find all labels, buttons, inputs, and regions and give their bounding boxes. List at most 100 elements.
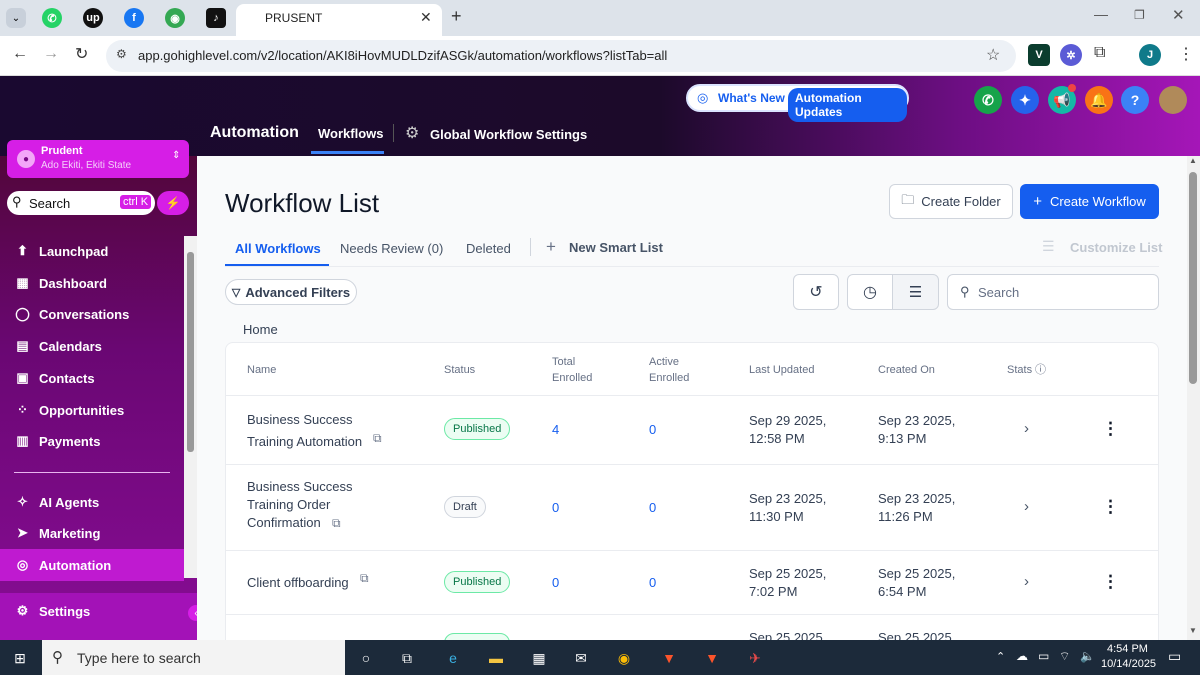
customize-list-button[interactable]: Customize List [1070,240,1162,255]
browser-menu-icon[interactable]: ⋮ [1178,44,1194,64]
whatsapp-tab-icon[interactable]: ✆ [42,8,62,28]
column-header-active-enrolled[interactable]: Active Enrolled [649,354,699,386]
sidebar-item-settings[interactable]: ⚙ Settings [14,599,91,623]
tab-needs-review[interactable]: Needs Review (0) [340,241,443,256]
sidebar-item-conversations[interactable]: ◯ Conversations [14,302,129,326]
table-row[interactable]: Client offboarding ⧉ Published 0 0 Sep 2… [226,551,1158,615]
workflow-name[interactable]: Client offboarding [247,574,349,592]
tray-chevron-icon[interactable]: ⌃ [996,650,1005,663]
list-view-button[interactable]: ☰ [892,274,939,310]
sidebar-item-launchpad[interactable]: ⬆ Launchpad [14,239,108,263]
maps-tab-icon[interactable]: ◉ [165,8,185,28]
sidebar-scroll-thumb[interactable] [187,252,194,452]
bookmark-star-icon[interactable]: ☆ [986,45,1000,65]
cortana-icon[interactable]: ○ [352,644,380,672]
new-smart-list-button[interactable]: New Smart List [569,240,663,255]
restore-icon[interactable]: ❐ [1134,8,1145,22]
column-header-status[interactable]: Status [444,362,475,378]
create-folder-button[interactable]: 🗀 Create Folder [889,184,1013,219]
column-header-last-updated[interactable]: Last Updated [749,362,814,378]
main-scrollbar[interactable]: ▲ ▼ [1187,156,1200,640]
breadcrumb[interactable]: Home [243,322,278,337]
tab-workflows[interactable]: Workflows [318,126,384,141]
scroll-down-icon[interactable]: ▼ [1189,626,1197,635]
battery-icon[interactable]: ▭ [1038,649,1049,663]
brave-icon[interactable]: ▼ [655,644,683,672]
more-options-icon[interactable]: ⋮ [1102,419,1119,439]
sidebar-item-calendars[interactable]: ▤ Calendars [14,334,102,358]
open-external-icon[interactable]: ⧉ [373,431,382,446]
column-header-total-enrolled[interactable]: Total Enrolled [552,354,602,386]
sidebar-item-payments[interactable]: ▥ Payments [14,429,100,453]
total-enrolled[interactable]: 4 [552,422,559,437]
task-view-icon[interactable]: ⧉ [393,644,421,672]
new-tab-icon[interactable]: + [451,6,462,27]
search-input[interactable]: ⚲ Search [947,274,1159,310]
quick-action-button[interactable]: ⚡ [157,191,189,215]
taskbar-search[interactable]: ⚲ Type here to search [42,640,345,675]
wifi-icon[interactable]: ⌔ [1059,649,1070,664]
forward-icon[interactable]: → [43,45,59,63]
extension-v-icon[interactable]: V [1028,44,1050,66]
total-enrolled[interactable]: 0 [552,500,559,515]
close-tab-icon[interactable]: ✕ [420,9,432,26]
workflow-name[interactable]: Business Success Training Automation [247,409,377,453]
active-enrolled[interactable]: 0 [649,422,656,437]
mail-icon[interactable]: ✉ [567,644,595,672]
tab-all-workflows[interactable]: All Workflows [235,241,321,256]
phone-icon[interactable]: ✆ [974,86,1002,114]
profile-avatar[interactable]: J [1139,44,1161,66]
extensions-puzzle-icon[interactable]: ⧉ [1094,44,1105,62]
store-icon[interactable]: ▦ [525,644,553,672]
total-enrolled[interactable]: 0 [552,575,559,590]
bell-icon[interactable]: 🔔 [1085,86,1113,114]
history-button[interactable]: ↺ [793,274,839,310]
table-row[interactable]: Business Success Training Automation ⧉ P… [226,396,1158,465]
sidebar-search[interactable]: ⚲ Search ctrl K [7,191,155,215]
minimize-icon[interactable]: — [1094,6,1108,22]
back-icon[interactable]: ← [12,45,28,63]
sidebar-item-opportunities[interactable]: ⁘ Opportunities [14,398,124,422]
tiktok-tab-icon[interactable]: ♪ [206,8,226,28]
site-info-icon[interactable]: ⚙ [116,47,127,61]
info-icon[interactable]: ⓘ [1035,362,1046,378]
open-external-icon[interactable]: ⧉ [360,571,369,586]
app-icon[interactable]: ✈ [741,644,769,672]
omnibox[interactable]: ⚙ app.gohighlevel.com/v2/location/AKI8iH… [106,40,1016,72]
table-row[interactable]: Business Success Training Order Confirma… [226,465,1158,551]
create-workflow-button[interactable]: + Create Workflow [1020,184,1159,219]
sidebar-item-dashboard[interactable]: ▦ Dashboard [14,271,107,295]
windows-start-icon[interactable]: ⊞ [6,644,34,672]
clock-date[interactable]: 10/14/2025 [1101,658,1156,670]
cloud-icon[interactable]: ☁ [1016,649,1028,663]
clock-time[interactable]: 4:54 PM [1107,643,1148,655]
tab-deleted[interactable]: Deleted [466,241,511,256]
open-external-icon[interactable]: ⧉ [332,516,341,531]
notifications-icon[interactable]: ▭ [1168,648,1181,665]
sidebar-scrollbar[interactable] [184,236,197,578]
chevron-right-icon[interactable]: › [1024,498,1029,515]
column-header-name[interactable]: Name [247,362,276,378]
chevron-right-icon[interactable]: › [1024,420,1029,437]
edge-icon[interactable]: e [439,644,467,672]
active-enrolled[interactable]: 0 [649,500,656,515]
close-window-icon[interactable]: ✕ [1172,6,1185,24]
extension-gear-icon[interactable]: ✲ [1060,44,1082,66]
scroll-up-icon[interactable]: ▲ [1189,156,1197,165]
workflow-name[interactable]: Business Success Training Order Confirma… [247,478,377,532]
sidebar-item-ai-agents[interactable]: ✧ AI Agents [14,490,99,514]
ai-sparkle-icon[interactable]: ✦ [1011,86,1039,114]
active-tab[interactable]: PRUSENT ✕ [236,4,442,36]
tab-search-chevron-icon[interactable]: ⌄ [6,8,26,28]
upwork-tab-icon[interactable]: up [83,8,103,28]
tab-global-settings[interactable]: Global Workflow Settings [430,127,587,142]
active-enrolled[interactable]: 0 [649,575,656,590]
help-icon[interactable]: ? [1121,86,1149,114]
facebook-tab-icon[interactable]: f [124,8,144,28]
volume-icon[interactable]: 🔈 [1080,649,1095,663]
whats-new-pill[interactable]: ◎ What's New Automation Updates [686,84,909,122]
chrome-icon[interactable]: ◉ [610,644,638,672]
main-scroll-thumb[interactable] [1189,172,1197,384]
sidebar-item-contacts[interactable]: ▣ Contacts [14,366,94,390]
chevron-right-icon[interactable]: › [1024,573,1029,590]
